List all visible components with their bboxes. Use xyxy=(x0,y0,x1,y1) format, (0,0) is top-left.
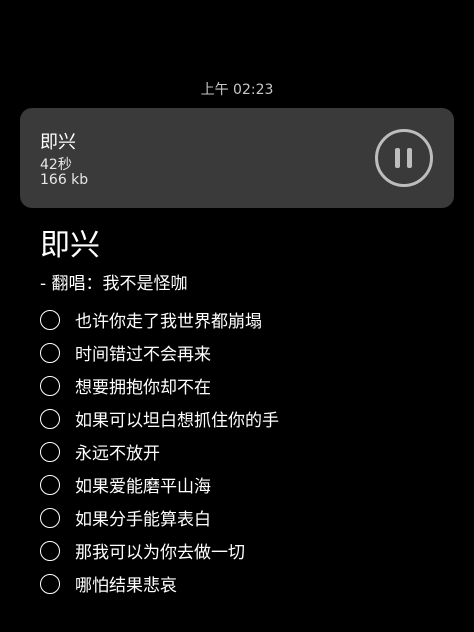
lyric-text: 永远不放开 xyxy=(75,444,160,464)
radio-circle-icon[interactable] xyxy=(40,309,60,330)
lyric-item[interactable]: 那我可以为你去做一切 xyxy=(40,534,279,567)
song-title: 即兴 xyxy=(40,228,100,263)
radio-circle-icon[interactable] xyxy=(40,507,60,528)
radio-circle-icon[interactable] xyxy=(40,342,60,363)
voice-message-size: 166 kb xyxy=(40,172,89,188)
radio-circle-icon[interactable] xyxy=(40,441,60,462)
lyric-text: 如果可以坦白想抓住你的手 xyxy=(75,411,279,431)
pause-bar-right xyxy=(407,148,412,168)
lyric-text: 也许你走了我世界都崩塌 xyxy=(75,312,262,332)
lyric-item[interactable]: 时间错过不会再来 xyxy=(40,336,279,369)
lyric-text: 如果分手能算表白 xyxy=(75,510,211,530)
radio-circle-icon[interactable] xyxy=(40,375,60,396)
radio-circle-icon[interactable] xyxy=(40,474,60,495)
voice-message-duration: 42秒 xyxy=(40,157,72,173)
lyric-item[interactable]: 如果可以坦白想抓住你的手 xyxy=(40,402,279,435)
lyric-text: 如果爱能磨平山海 xyxy=(75,477,211,497)
lyric-item[interactable]: 如果分手能算表白 xyxy=(40,501,279,534)
lyric-item[interactable]: 如果爱能磨平山海 xyxy=(40,468,279,501)
lyric-item[interactable]: 永远不放开 xyxy=(40,435,279,468)
lyrics-list: 也许你走了我世界都崩塌 时间错过不会再来 想要拥抱你却不在 如果可以坦白想抓住你… xyxy=(40,303,279,600)
lyric-text: 时间错过不会再来 xyxy=(75,345,211,365)
message-timestamp: 上午 02:23 xyxy=(200,82,274,98)
lyric-text: 想要拥抱你却不在 xyxy=(75,378,211,398)
pause-icon xyxy=(395,148,413,168)
lyric-item[interactable]: 也许你走了我世界都崩塌 xyxy=(40,303,279,336)
radio-circle-icon[interactable] xyxy=(40,573,60,594)
voice-message-title: 即兴 xyxy=(40,132,76,153)
lyric-text: 哪怕结果悲哀 xyxy=(75,576,177,596)
pause-bar-left xyxy=(395,148,400,168)
voice-message-card[interactable]: 即兴 42秒 166 kb xyxy=(20,108,454,208)
lyric-text: 那我可以为你去做一切 xyxy=(75,543,245,563)
radio-circle-icon[interactable] xyxy=(40,540,60,561)
singer-credit: - 翻唱：我不是怪咖 xyxy=(40,274,188,294)
pause-button[interactable] xyxy=(375,129,433,187)
lyric-item[interactable]: 想要拥抱你却不在 xyxy=(40,369,279,402)
radio-circle-icon[interactable] xyxy=(40,408,60,429)
lyric-item[interactable]: 哪怕结果悲哀 xyxy=(40,567,279,600)
